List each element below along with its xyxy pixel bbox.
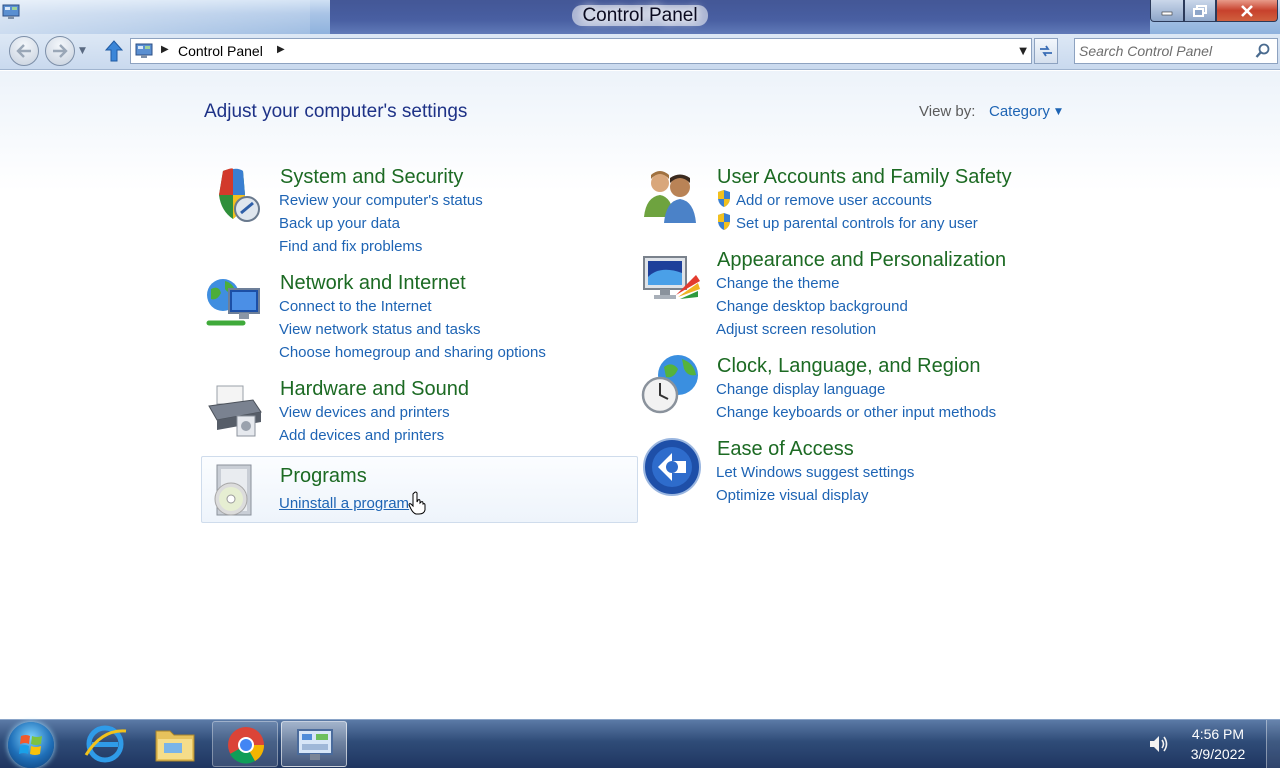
breadcrumb-control-panel[interactable]: Control Panel — [178, 43, 263, 59]
minimize-icon — [1161, 11, 1173, 15]
close-icon — [1241, 4, 1253, 17]
taskbar-clock-time[interactable]: 4:56 PM — [1188, 726, 1248, 742]
taskbar-chrome[interactable] — [212, 721, 278, 767]
hand-cursor-icon — [408, 491, 426, 515]
link-change-keyboards[interactable]: Change keyboards or other input methods — [716, 404, 996, 421]
file-explorer-icon — [155, 730, 195, 762]
monitor-palette-icon[interactable] — [640, 251, 702, 313]
search-input[interactable] — [1079, 42, 1249, 60]
back-button[interactable] — [9, 36, 39, 66]
internet-explorer-icon — [84, 725, 127, 763]
link-change-display-language[interactable]: Change display language — [716, 381, 885, 398]
link-back-up-data[interactable]: Back up your data — [279, 215, 400, 232]
minimize-button[interactable] — [1150, 0, 1184, 22]
link-view-devices-printers[interactable]: View devices and printers — [279, 404, 450, 421]
link-parental-controls[interactable]: Set up parental controls for any user — [736, 215, 978, 232]
programs-disc-icon[interactable] — [205, 461, 267, 523]
chevron-down-icon[interactable]: ▼ — [1055, 107, 1062, 117]
show-desktop-button[interactable] — [1266, 720, 1280, 768]
category-title-user-accounts[interactable]: User Accounts and Family Safety — [717, 166, 1012, 189]
breadcrumb-separator[interactable]: ▶ — [277, 44, 285, 55]
maximize-icon — [1193, 4, 1207, 17]
taskbar-file-explorer[interactable] — [142, 721, 208, 767]
maximize-button[interactable] — [1184, 0, 1216, 22]
address-history-dropdown[interactable]: ▼ — [1019, 46, 1027, 57]
link-optimize-visual-display[interactable]: Optimize visual display — [716, 487, 869, 504]
clock-globe-icon[interactable] — [640, 353, 702, 415]
link-change-desktop-background[interactable]: Change desktop background — [716, 298, 908, 315]
taskbar-control-panel[interactable] — [281, 721, 347, 767]
breadcrumb-separator[interactable]: ▶ — [161, 44, 169, 55]
link-network-status[interactable]: View network status and tasks — [279, 321, 481, 338]
search-box[interactable] — [1074, 38, 1278, 64]
link-homegroup-sharing[interactable]: Choose homegroup and sharing options — [279, 344, 546, 361]
search-icon[interactable] — [1255, 43, 1271, 59]
refresh-icon — [1040, 45, 1052, 57]
link-change-theme[interactable]: Change the theme — [716, 275, 839, 292]
ease-of-access-icon[interactable] — [642, 437, 704, 499]
main-content: Adjust your computer's settings View by:… — [0, 71, 1280, 719]
taskbar: 4:56 PM 3/9/2022 — [0, 719, 1280, 768]
uac-shield-icon — [718, 213, 730, 230]
users-icon[interactable] — [640, 165, 702, 227]
printer-icon[interactable] — [203, 378, 265, 440]
link-review-computer-status[interactable]: Review your computer's status — [279, 192, 483, 209]
link-adjust-screen-resolution[interactable]: Adjust screen resolution — [716, 321, 876, 338]
link-uninstall-program[interactable]: Uninstall a program — [279, 495, 409, 512]
link-connect-internet[interactable]: Connect to the Internet — [279, 298, 432, 315]
forward-button[interactable] — [45, 36, 75, 66]
window-title: Control Panel — [0, 5, 1280, 27]
arrow-left-icon — [16, 44, 31, 58]
category-title-network-internet[interactable]: Network and Internet — [280, 272, 466, 295]
taskbar-internet-explorer[interactable] — [72, 721, 138, 767]
link-find-fix-problems[interactable]: Find and fix problems — [279, 238, 422, 255]
control-panel-icon — [297, 729, 333, 760]
taskbar-clock-date[interactable]: 3/9/2022 — [1184, 746, 1252, 762]
network-globe-icon[interactable] — [203, 273, 265, 335]
link-windows-suggest-settings[interactable]: Let Windows suggest settings — [716, 464, 914, 481]
view-by-dropdown[interactable]: Category — [989, 103, 1050, 120]
link-add-devices-printers[interactable]: Add devices and printers — [279, 427, 444, 444]
arrow-right-icon — [53, 44, 68, 58]
address-bar[interactable]: ▶ Control Panel ▶ ▼ — [130, 38, 1032, 64]
title-bar[interactable]: Control Panel — [0, 0, 1280, 34]
shield-icon[interactable] — [203, 165, 265, 227]
view-by-label: View by: — [919, 103, 976, 120]
up-arrow-icon[interactable] — [104, 39, 124, 63]
control-panel-icon — [135, 43, 153, 58]
category-title-programs[interactable]: Programs — [280, 465, 367, 488]
category-title-clock-region[interactable]: Clock, Language, and Region — [717, 355, 981, 378]
close-button[interactable] — [1216, 0, 1278, 22]
category-title-system-security[interactable]: System and Security — [280, 166, 463, 189]
page-title: Adjust your computer's settings — [204, 101, 468, 122]
windows-logo-icon — [19, 735, 42, 755]
start-button[interactable] — [8, 722, 54, 768]
recent-pages-dropdown[interactable]: ▼ — [79, 46, 86, 56]
link-add-remove-accounts[interactable]: Add or remove user accounts — [736, 192, 932, 209]
chrome-icon — [228, 727, 265, 764]
refresh-button[interactable] — [1034, 38, 1058, 64]
category-title-ease-of-access[interactable]: Ease of Access — [717, 438, 854, 461]
category-title-appearance[interactable]: Appearance and Personalization — [717, 249, 1006, 272]
uac-shield-icon — [718, 190, 730, 207]
category-title-hardware-sound[interactable]: Hardware and Sound — [280, 378, 469, 401]
volume-icon[interactable] — [1148, 734, 1170, 754]
navigation-bar: ▼ ▶ Control Panel ▶ ▼ — [0, 34, 1280, 70]
